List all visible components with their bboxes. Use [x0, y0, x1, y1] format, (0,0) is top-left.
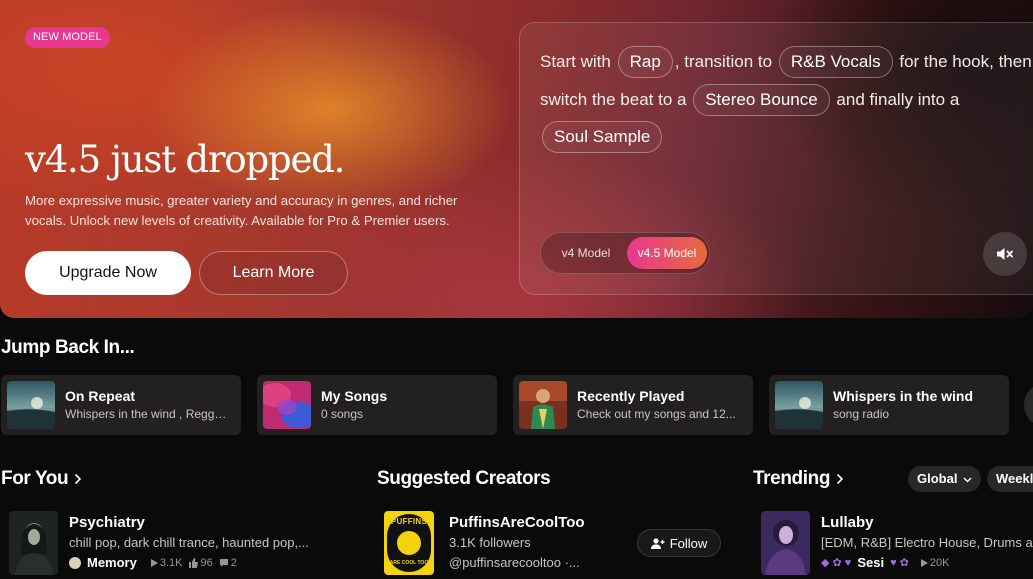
hero-description: More expressive music, greater variety a…	[25, 193, 458, 228]
recently-played-cover	[519, 381, 567, 429]
trending-header-link[interactable]: Trending	[753, 468, 844, 490]
lullaby-cover[interactable]	[761, 511, 810, 575]
song-tags: chill pop, dark chill trance, haunted po…	[69, 535, 309, 550]
creator-followers: 3.1K followers	[449, 535, 531, 550]
trending-region-dropdown[interactable]: Global	[908, 466, 982, 492]
follow-button[interactable]: Follow	[637, 529, 721, 557]
model-toggle: v4 Model v4.5 Model	[540, 232, 710, 274]
play-icon	[150, 558, 158, 567]
duck-icon	[397, 531, 421, 555]
plays-stat: 3.1K	[150, 556, 183, 569]
creator-name[interactable]: PuffinsAreCoolToo	[449, 514, 585, 531]
for-you-header-link[interactable]: For You	[1, 468, 82, 490]
creator-avatar-text-bottom: ARE COOL TOO	[389, 560, 429, 566]
style-chip-rnb-vocals[interactable]: R&B Vocals	[778, 46, 893, 78]
chevron-right-icon	[75, 473, 82, 485]
hero-title: v4.5 just dropped.	[25, 138, 345, 181]
for-you-heading: For You	[1, 468, 69, 489]
psychiatry-cover[interactable]	[9, 511, 58, 575]
new-model-badge: NEW MODEL	[25, 27, 110, 48]
jump-back-heading: Jump Back In...	[1, 337, 135, 358]
prompt-text-part: and finally into a	[836, 89, 960, 109]
mute-button[interactable]	[983, 232, 1027, 276]
likes-stat: 96	[188, 556, 213, 569]
creator-avatar-text-top: PUFFINS	[390, 517, 428, 526]
trending-heading: Trending	[753, 468, 831, 489]
chevron-down-icon	[963, 477, 972, 483]
jump-back-card-subtitle: Check out my songs and 12...	[577, 407, 736, 421]
jump-back-card-subtitle: Whispers in the wind , Reggae...	[65, 407, 233, 421]
creator-avatar[interactable]: PUFFINS ARE COOL TOO	[384, 511, 434, 575]
add-person-icon	[650, 537, 665, 549]
region-label: Global	[917, 471, 958, 486]
song-title[interactable]: Lullaby	[821, 514, 874, 531]
artist-emoji-decor: ◆ ✿ ♥	[821, 557, 852, 569]
model-v45-option[interactable]: v4.5 Model	[627, 237, 707, 269]
song-meta: ◆ ✿ ♥ Sesi ♥ ✿ 20K	[821, 555, 949, 570]
my-songs-cover	[263, 381, 311, 429]
comments-count: 2	[230, 556, 237, 569]
song-tags: [EDM, R&B] Electro House, Drums a	[821, 535, 1033, 550]
song-title[interactable]: Psychiatry	[69, 514, 145, 531]
artist-emoji-decor: ♥ ✿	[890, 557, 909, 569]
jump-back-card-recently-played[interactable]: Recently Played Check out my songs and 1…	[513, 375, 753, 435]
speaker-muted-icon	[997, 248, 1013, 260]
trending-period-dropdown[interactable]: Weekl	[987, 466, 1033, 492]
style-chip-rap[interactable]: Rap	[617, 46, 673, 78]
creator-handle[interactable]: @puffinsarecooltoo ·...	[449, 555, 580, 570]
upgrade-now-button[interactable]: Upgrade Now	[25, 251, 191, 295]
jump-back-card-on-repeat[interactable]: On Repeat Whispers in the wind , Reggae.…	[1, 375, 241, 435]
prompt-text: Start with Rap, transition to R&B Vocals…	[540, 43, 1033, 156]
prompt-demo-card: Start with Rap, transition to R&B Vocals…	[519, 22, 1033, 295]
follow-label: Follow	[669, 535, 708, 551]
thumbs-up-icon	[188, 557, 198, 568]
chevron-right-icon	[836, 473, 844, 485]
hero-banner: NEW MODEL v4.5 just dropped. More expres…	[0, 0, 1033, 318]
likes-count: 96	[200, 556, 213, 569]
artist-name[interactable]: Memory	[87, 555, 137, 570]
artist-name[interactable]: Sesi	[857, 555, 884, 570]
jump-back-card-subtitle: song radio	[833, 407, 890, 421]
prompt-text-part: Start with	[540, 52, 611, 71]
style-chip-stereo-bounce[interactable]: Stereo Bounce	[693, 83, 830, 116]
artist-avatar	[69, 556, 81, 569]
plays-stat: 20K	[920, 556, 950, 569]
jump-back-card-title: On Repeat	[65, 388, 136, 404]
model-v4-option[interactable]: v4 Model	[546, 237, 626, 269]
plays-count: 3.1K	[159, 556, 183, 569]
jump-back-card-my-songs[interactable]: My Songs 0 songs	[257, 375, 497, 435]
jump-back-card-subtitle: 0 songs	[321, 407, 364, 421]
song-radio-cover	[775, 381, 823, 429]
play-icon	[920, 558, 928, 567]
prompt-text-part: , transition to	[674, 52, 773, 71]
jump-back-card-title: Whispers in the wind	[833, 388, 974, 404]
jump-back-card-song-radio[interactable]: Whispers in the wind song radio	[769, 375, 1009, 435]
jump-back-card-title: My Songs	[321, 388, 388, 404]
song-meta: Memory 3.1K 96 2	[69, 555, 237, 570]
suggested-creators-heading: Suggested Creators	[377, 468, 551, 489]
style-chip-soul-sample[interactable]: Soul Sample	[542, 121, 663, 153]
jump-back-scroll-right-button[interactable]	[1024, 383, 1033, 427]
plays-count: 20K	[929, 556, 950, 569]
on-repeat-cover	[7, 381, 55, 429]
comment-icon	[219, 558, 228, 567]
learn-more-button[interactable]: Learn More	[199, 251, 348, 295]
jump-back-card-title: Recently Played	[577, 388, 685, 404]
comments-stat: 2	[219, 557, 237, 569]
